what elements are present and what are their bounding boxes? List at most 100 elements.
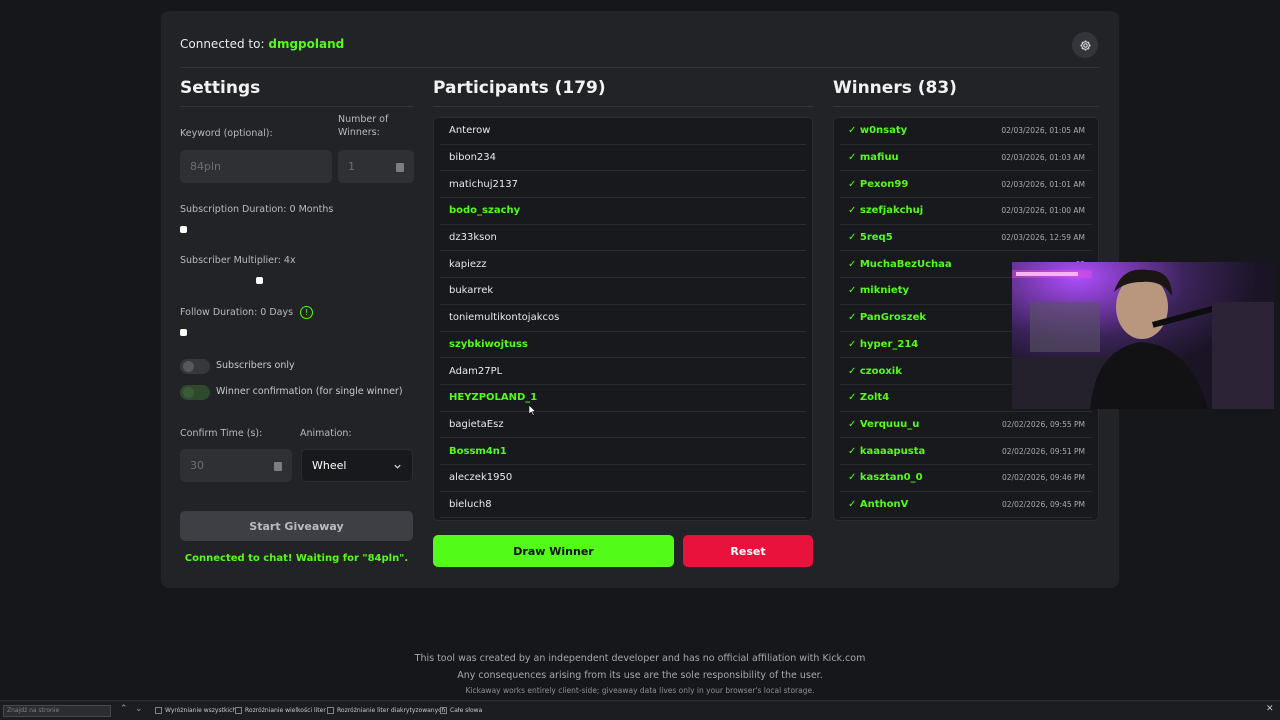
- winner-name: ✓ AnthonV: [848, 498, 909, 510]
- keyword-input[interactable]: 84pln: [180, 150, 332, 183]
- highlight-all-label: Wyróżnianie wszystkich: [165, 707, 237, 714]
- reset-button[interactable]: Reset: [683, 535, 813, 567]
- participant-row: kapiezz: [440, 251, 806, 279]
- close-icon[interactable]: ✕: [1266, 704, 1274, 714]
- participant-row: toniemultikontojakcos: [440, 305, 806, 332]
- winner-name: ✓ kaaaapusta: [848, 445, 926, 457]
- participant-row: Anterow: [440, 118, 806, 145]
- subscription-duration-slider[interactable]: [180, 226, 187, 233]
- winner-timestamp: 02/02/2026, 09:55 PM: [1002, 419, 1085, 429]
- giveaway-card: Connected to: dmgpoland Settings Keyword…: [161, 11, 1119, 588]
- winner-row: ✓ mafiuu 02/03/2026, 01:03 AM: [840, 145, 1092, 172]
- winner-name: ✓ czooxik: [848, 365, 902, 377]
- winner-timestamp: 02/03/2026, 01:00 AM: [1001, 206, 1085, 216]
- draw-winner-button[interactable]: Draw Winner: [433, 535, 674, 567]
- winner-row: ✓ Verquuu_u 02/02/2026, 09:55 PM: [840, 412, 1092, 439]
- confirm-time-value: 30: [190, 459, 204, 472]
- participant-row: Adam27PL: [440, 358, 806, 385]
- settings-button[interactable]: [1072, 32, 1098, 58]
- header-divider: [180, 67, 1100, 68]
- match-diacritics-checkbox[interactable]: [327, 707, 334, 714]
- match-case-label: Rozróżnianie wielkości liter: [245, 707, 326, 714]
- start-giveaway-button[interactable]: Start Giveaway: [180, 511, 413, 541]
- confirm-time-input[interactable]: 30: [180, 449, 292, 482]
- streamer-webcam-image: [1012, 262, 1274, 409]
- browser-find-bar: Znajdź na stronie ⌃ ⌄ Wyróżnianie wszyst…: [0, 700, 1280, 720]
- info-icon[interactable]: !: [300, 306, 314, 319]
- winners-divider: [833, 106, 1099, 107]
- winner-name: ✓ kasztan0_0: [848, 472, 923, 484]
- participant-row: HEYZPOLAND_1: [440, 385, 806, 412]
- connected-prefix: Connected to:: [180, 37, 265, 51]
- participant-row: dz33kson: [440, 225, 806, 252]
- winner-timestamp: 02/02/2026, 09:51 PM: [1002, 446, 1085, 456]
- participant-row: szybkiwojtuss: [440, 332, 806, 359]
- participant-row: bieluch8: [440, 492, 806, 519]
- gear-icon: [1079, 39, 1091, 51]
- participants-list[interactable]: Anterow bibon234 matichuj2137 bodo_szachy dz…: [433, 117, 813, 521]
- winner-row: ✓ w0nsaty 02/03/2026, 01:05 AM: [840, 118, 1092, 145]
- participant-row: bagietaEsz: [440, 412, 806, 439]
- confirm-time-label: Confirm Time (s):: [180, 428, 263, 439]
- winner-name: ✓ mikniety: [848, 285, 909, 297]
- winner-timestamp: 02/03/2026, 01:01 AM: [1001, 179, 1085, 189]
- winner-row: ✓ szefjakchuj 02/03/2026, 01:00 AM: [840, 198, 1092, 225]
- highlight-all-checkbox[interactable]: [155, 707, 162, 714]
- participant-row: bukarrek: [440, 278, 806, 305]
- stepper-icon[interactable]: [274, 461, 282, 471]
- participants-title: Participants (179): [433, 78, 606, 98]
- subscriber-multiplier-label: Subscriber Multiplier: 4x: [180, 255, 296, 266]
- winner-name: ✓ PanGroszek: [848, 312, 927, 324]
- stepper-icon[interactable]: [396, 162, 404, 172]
- winner-timestamp: 02/03/2026, 01:05 AM: [1001, 126, 1085, 136]
- toggle-knob: [183, 387, 194, 398]
- winner-row: ✓ kasztan0_0 02/02/2026, 09:46 PM: [840, 465, 1092, 492]
- winner-row: ✓ Pexon99 02/03/2026, 01:01 AM: [840, 171, 1092, 199]
- participant-row: bodo_szachy: [440, 198, 806, 225]
- winner-confirmation-toggle[interactable]: [180, 385, 210, 400]
- participant-row: aleczek1950: [440, 465, 806, 492]
- chat-status-text: Connected to chat! Waiting for "84pln".: [184, 553, 409, 564]
- winner-name: ✓ hyper_214: [848, 338, 919, 350]
- settings-title: Settings: [180, 78, 261, 98]
- winner-row: ✓ AnthonV 02/02/2026, 09:45 PM: [840, 492, 1092, 519]
- follow-duration-text: Follow Duration: 0 Days: [180, 307, 294, 318]
- winner-name: ✓ Zolt4: [848, 392, 890, 404]
- winner-confirmation-label: Winner confirmation (for single winner): [216, 386, 403, 397]
- mouse-cursor-icon: [529, 405, 536, 416]
- toggle-knob: [183, 361, 194, 372]
- participant-row: matichuj2137: [440, 171, 806, 199]
- winner-timestamp: 02/02/2026, 09:46 PM: [1002, 473, 1085, 483]
- winners-count-value: 1: [348, 160, 355, 173]
- chevron-up-icon[interactable]: ⌃: [120, 704, 128, 714]
- winner-timestamp: 02/03/2026, 12:59 AM: [1001, 233, 1085, 243]
- webcam-overlay: [1012, 262, 1274, 409]
- participant-row: Bossm4n1: [440, 438, 806, 465]
- animation-select[interactable]: Wheel: [301, 449, 413, 482]
- subscriber-multiplier-slider[interactable]: [256, 277, 263, 284]
- match-diacritics-label: Rozróżnianie liter diakrytyzowanych: [337, 707, 446, 714]
- keyword-label: Keyword (optional):: [180, 128, 273, 139]
- subscription-duration-label: Subscription Duration: 0 Months: [180, 204, 334, 215]
- follow-duration-slider[interactable]: [180, 329, 187, 336]
- winners-title: Winners (83): [833, 78, 957, 98]
- participants-divider: [433, 106, 813, 107]
- chevron-down-icon: [394, 464, 401, 469]
- disclaimer-line-1: This tool was created by an independent …: [414, 653, 866, 664]
- winner-name: ✓ mafiuu: [848, 152, 899, 164]
- subscribers-only-toggle[interactable]: [180, 359, 210, 374]
- whole-words-checkbox[interactable]: [440, 707, 447, 714]
- chevron-down-icon[interactable]: ⌄: [135, 704, 143, 714]
- disclaimer-line-2: Any consequences arising from its use ar…: [457, 670, 823, 681]
- match-case-checkbox[interactable]: [235, 707, 242, 714]
- find-input[interactable]: Znajdź na stronie: [3, 705, 111, 717]
- participant-row: bibon234: [440, 145, 806, 172]
- winner-name: ✓ Verquuu_u: [848, 418, 920, 430]
- animation-label: Animation:: [300, 428, 352, 439]
- winners-count-input[interactable]: 1: [338, 150, 414, 183]
- animation-value: Wheel: [312, 459, 347, 472]
- winner-name: ✓ Pexon99: [848, 178, 909, 190]
- winner-name: ✓ szefjakchuj: [848, 205, 924, 217]
- connection-status: Connected to: dmgpoland: [180, 37, 344, 51]
- winner-name: ✓ w0nsaty: [848, 125, 908, 137]
